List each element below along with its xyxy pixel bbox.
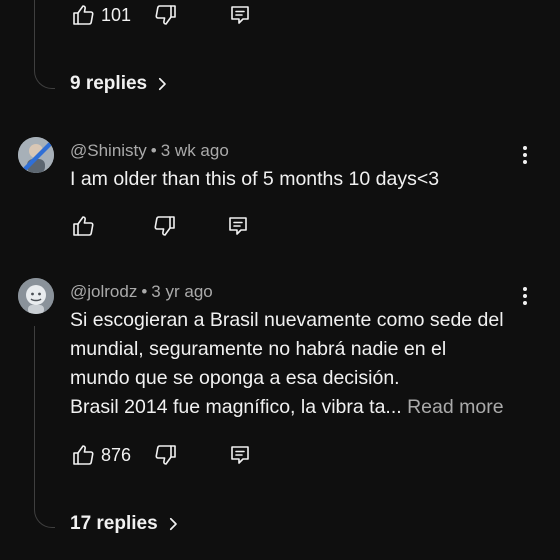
comment-line: mundo que se oponga a esa decisión. <box>70 367 400 389</box>
comment-line-last: Brasil 2014 fue magnífico, la vibra ta..… <box>70 393 540 422</box>
thumb-up-icon <box>73 445 94 465</box>
dislike-button[interactable] <box>154 443 178 467</box>
chevron-right-icon <box>169 517 177 531</box>
dot <box>523 301 527 305</box>
comment-reply-icon <box>231 446 249 464</box>
comment-header: @Shinisty • 3 wk ago <box>70 141 229 161</box>
dot <box>523 160 527 164</box>
comment-actions: 101 <box>71 1 252 29</box>
avatar[interactable] <box>18 137 54 173</box>
like-count: 876 <box>101 444 132 465</box>
chevron-right-icon <box>159 77 166 91</box>
dot <box>523 294 527 298</box>
like-button[interactable]: 876 <box>71 443 131 467</box>
vertical-dots-icon <box>523 146 527 150</box>
reply-button[interactable] <box>228 443 252 467</box>
like-button[interactable]: 101 <box>71 3 131 27</box>
comment-text: Si escogieran a Brasil nuevamente como s… <box>70 306 540 422</box>
comment-line: Si escogieran a Brasil nuevamente como s… <box>70 309 504 331</box>
thumb-down-icon <box>155 5 176 25</box>
comment-time: 3 yr ago <box>151 282 213 301</box>
read-more-link[interactable]: Read more <box>407 396 503 418</box>
comments-panel: 101 9 replies @Shinisty • 3 wk ago I am ol… <box>0 0 560 560</box>
comment-header: @jolrodz • 3 yr ago <box>70 282 213 302</box>
avatar[interactable] <box>18 278 54 314</box>
comment-time: 3 wk ago <box>160 141 229 160</box>
comment-actions: 876 <box>71 441 252 469</box>
reply-button[interactable] <box>226 214 250 238</box>
view-replies-link[interactable]: 17 replies <box>70 513 182 535</box>
thumb-up-icon <box>73 5 94 25</box>
reply-thread-line <box>34 326 55 528</box>
comment-text: I am older than this of 5 months 10 days… <box>70 165 540 194</box>
comment-menu-button[interactable] <box>514 144 536 166</box>
vertical-dots-icon <box>523 287 527 291</box>
comment-line: mundial, seguramente no habrá nadie en e… <box>70 338 447 360</box>
comment-reply-icon <box>231 6 249 24</box>
view-replies-link[interactable]: 9 replies <box>70 73 171 95</box>
dislike-button[interactable] <box>153 214 177 238</box>
comment-author[interactable]: @Shinisty <box>70 141 147 160</box>
like-button[interactable] <box>71 214 95 238</box>
comment-menu-button[interactable] <box>514 285 536 307</box>
reply-thread-line <box>34 0 55 89</box>
thumb-down-icon <box>155 445 176 465</box>
dot <box>523 153 527 157</box>
replies-count-label: 17 replies <box>70 513 158 534</box>
comment-author[interactable]: @jolrodz <box>70 282 137 301</box>
comment-reply-icon <box>229 217 247 235</box>
reply-button[interactable] <box>228 3 252 27</box>
avatar-image <box>18 278 54 314</box>
comment-actions <box>71 212 250 240</box>
like-count: 101 <box>101 4 132 25</box>
thumb-down-icon <box>154 216 175 236</box>
comment-line: I am older than this of 5 months 10 days… <box>70 168 440 190</box>
avatar-image <box>18 137 54 173</box>
separator: • <box>141 282 148 301</box>
dislike-button[interactable] <box>154 3 178 27</box>
comment-line: Brasil 2014 fue magnífico, la vibra ta..… <box>70 396 402 418</box>
thumb-up-icon <box>73 216 94 236</box>
replies-count-label: 9 replies <box>70 73 148 94</box>
separator: • <box>150 141 157 160</box>
